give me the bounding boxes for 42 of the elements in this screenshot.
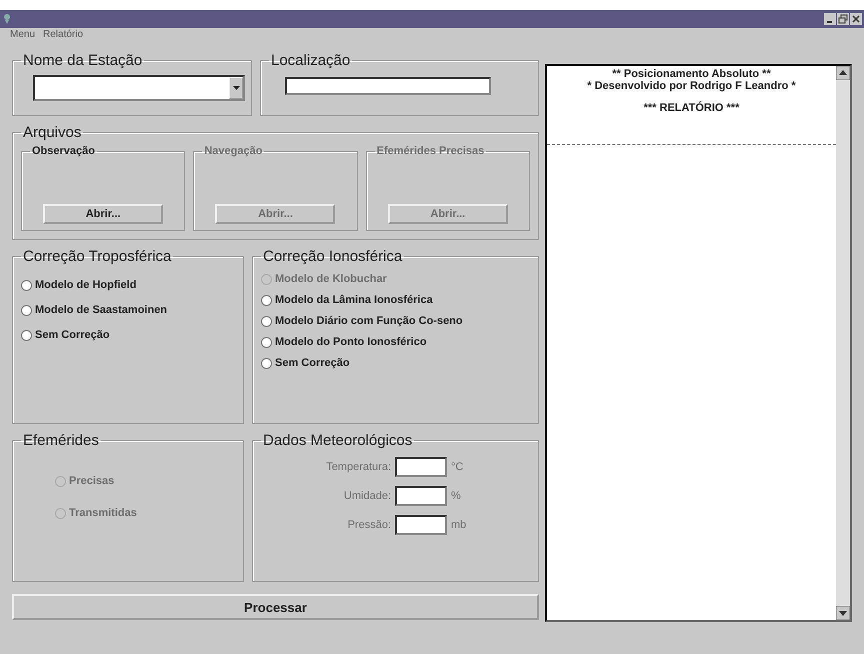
radio-option[interactable]: Modelo do Ponto Ionosférico	[261, 336, 530, 348]
radio-option[interactable]: Modelo de Saastamoinen	[21, 304, 235, 316]
group-title: Arquivos	[22, 124, 82, 141]
menu-item[interactable]: Relatório	[43, 29, 84, 43]
input-field[interactable]	[395, 486, 447, 506]
input-field[interactable]	[395, 457, 447, 477]
group-title: Efemérides Precisas	[376, 145, 486, 157]
input-field[interactable]	[395, 515, 447, 535]
close-icon[interactable]	[850, 13, 862, 25]
scroll-down-icon[interactable]	[836, 606, 850, 620]
location-field[interactable]	[285, 77, 491, 95]
open-button[interactable]: Abrir...	[43, 204, 164, 224]
group-title: Localização	[270, 52, 352, 69]
unit-label: mb	[451, 519, 468, 531]
group-title: Efemérides	[22, 432, 100, 449]
field-label: Umidade:	[342, 490, 391, 502]
report-line: * Desenvolvido por Rodrigo F Leandro *	[587, 80, 796, 92]
group-title: Correção Ionosférica	[262, 248, 404, 265]
scrollbar[interactable]	[836, 66, 850, 620]
radio-option[interactable]: Sem Correção	[261, 357, 530, 369]
report-line: ** Posicionamento Absoluto **	[612, 68, 771, 80]
group-title: Observação	[31, 145, 96, 157]
radio-option[interactable]: Sem Correção	[21, 329, 235, 341]
unit-label: %	[451, 490, 462, 502]
caret-icon	[232, 86, 240, 90]
restore-icon[interactable]	[837, 13, 849, 25]
group-title: Navegação	[203, 145, 264, 157]
menu-item[interactable]: Menu	[10, 29, 36, 43]
scroll-up-icon[interactable]	[836, 66, 850, 80]
group-title: Dados Meteorológicos	[262, 432, 414, 449]
app-icon	[2, 13, 12, 25]
unit-label: °C	[451, 461, 464, 473]
radio-option[interactable]: Modelo Diário com Função Co-seno	[261, 315, 530, 327]
group-title: Correção Troposférica	[22, 248, 172, 265]
field-label: Pressão:	[346, 519, 391, 531]
radio-option[interactable]: Modelo da Lâmina Ionosférica	[261, 294, 530, 306]
station-dropdown[interactable]	[33, 75, 245, 101]
group-title: Nome da Estação	[22, 52, 144, 69]
field-label: Temperatura:	[325, 461, 391, 473]
radio-option[interactable]: Modelo de Hopfield	[21, 279, 235, 291]
process-button[interactable]: Processar	[12, 594, 539, 620]
report-title: *** RELATÓRIO ***	[644, 102, 740, 114]
